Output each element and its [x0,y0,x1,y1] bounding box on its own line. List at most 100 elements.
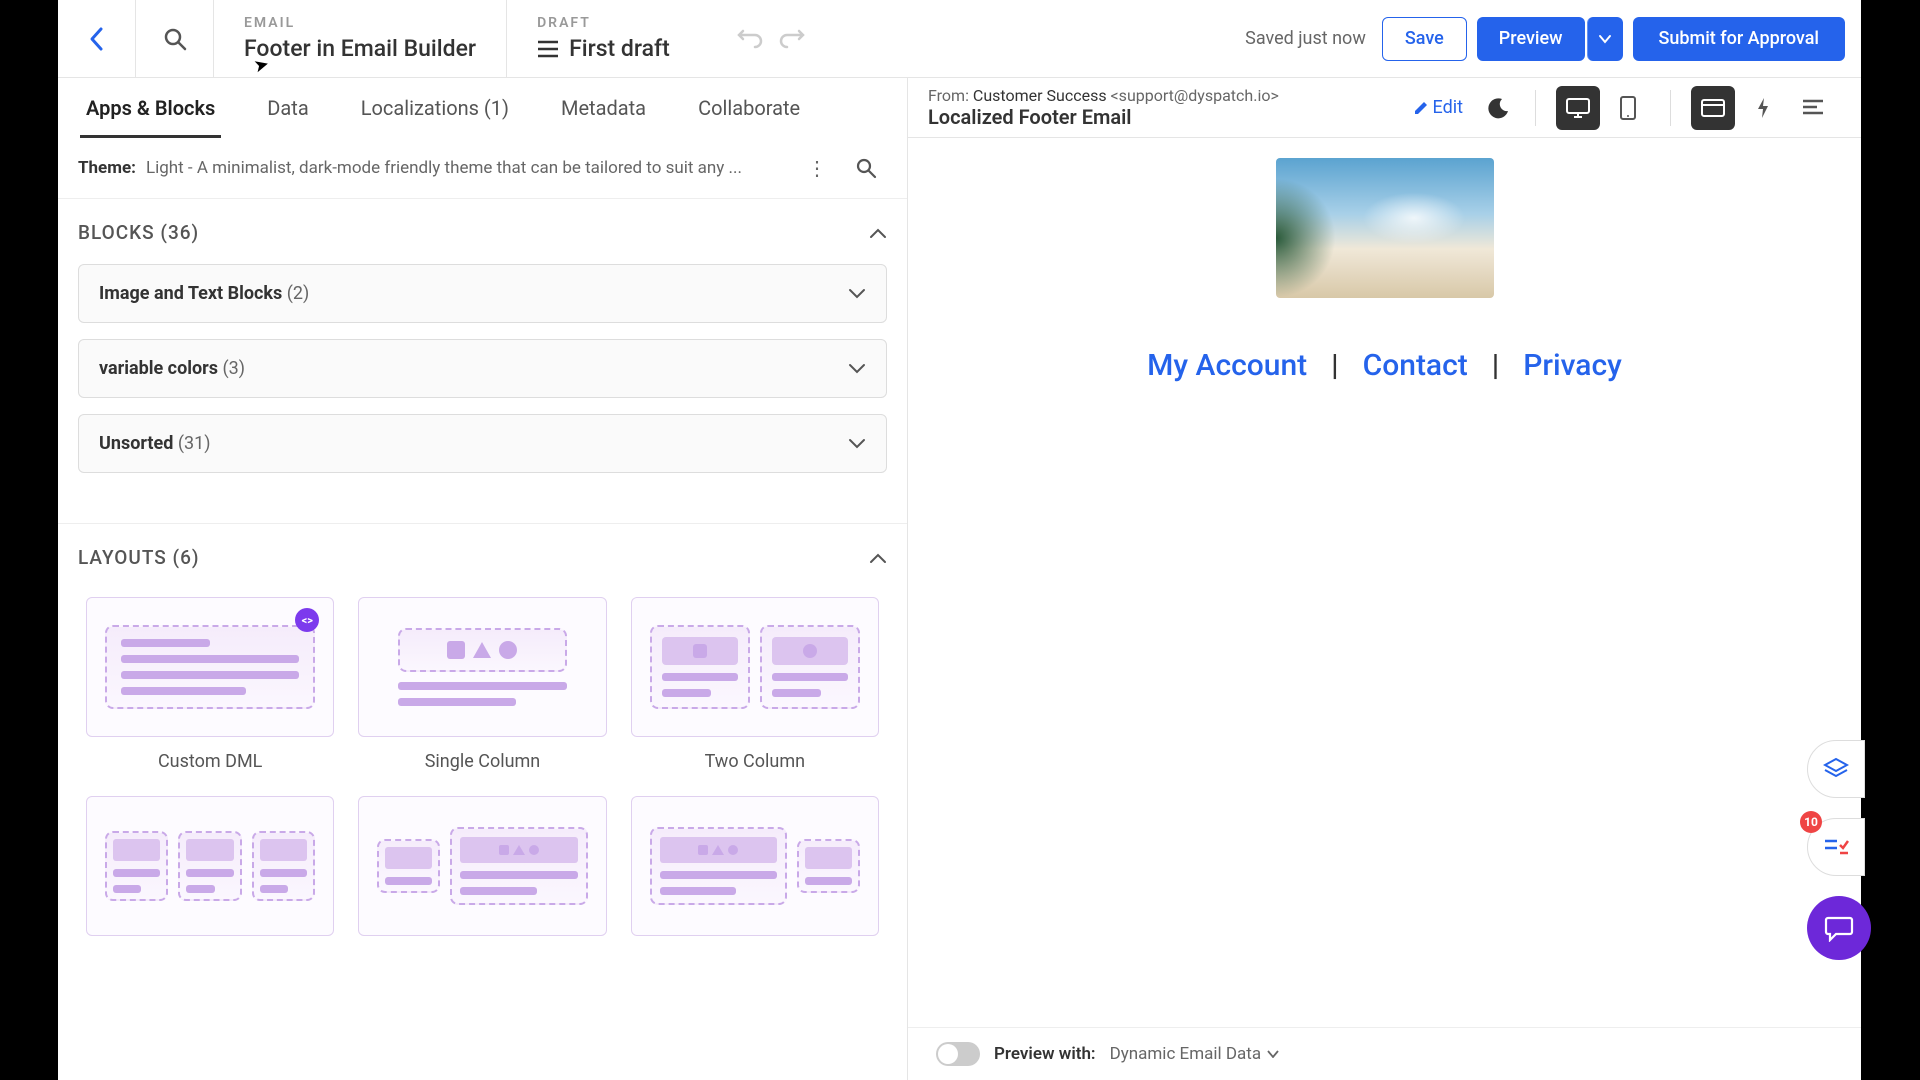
redo-button[interactable] [779,28,805,50]
layout-custom-dml[interactable]: <> Custom DML [86,597,334,772]
chevron-down-icon [1267,1050,1279,1058]
tab-metadata[interactable]: Metadata [555,80,652,136]
chevron-down-icon [848,363,866,375]
layout-label-0: Custom DML [158,751,262,772]
undo-icon [737,28,763,50]
pencil-icon [1413,100,1429,116]
layout-single-column[interactable]: Single Column [358,597,606,772]
tab-data[interactable]: Data [261,80,314,136]
bg-name-1: variable colors [99,358,218,379]
chevron-up-icon [869,227,887,239]
draft-block[interactable]: DRAFT First draft [507,0,707,77]
layout-two-column[interactable]: Two Column [631,597,879,772]
chat-icon [1824,914,1854,942]
preview-subject: Localized Footer Email [928,105,1399,129]
layouts-section-header[interactable]: LAYOUTS (6) [58,524,907,579]
preview-with-value: Dynamic Email Data [1110,1044,1262,1064]
link-my-account[interactable]: My Account [1147,348,1307,383]
layouts-section-title: LAYOUTS (6) [78,546,200,569]
redo-icon [779,28,805,50]
search-icon [855,157,877,179]
link-contact[interactable]: Contact [1363,348,1468,383]
chevron-down-icon [848,288,866,300]
lightning-icon [1756,97,1770,119]
email-label: EMAIL [244,15,476,31]
submit-approval-button[interactable]: Submit for Approval [1633,17,1845,61]
tab-localizations[interactable]: Localizations (1) [355,80,515,136]
blocks-section-header[interactable]: BLOCKS (36) [58,199,907,254]
separator: | [1331,348,1338,383]
view-full-icon [1701,99,1725,117]
theme-menu-button[interactable]: ⋮ [799,156,835,180]
preview-with-select[interactable]: Dynamic Email Data [1110,1044,1280,1064]
from-email: <support@dyspatch.io> [1111,86,1279,105]
theme-row: Theme: Light - A minimalist, dark-mode f… [58,138,907,199]
align-left-icon [1802,99,1824,117]
layout-left-sidebar[interactable] [358,796,606,936]
layout-label-1: Single Column [425,751,541,772]
edit-button[interactable]: Edit [1413,97,1463,118]
email-title-block: EMAIL Footer in Email Builder [214,0,507,77]
editor-tabs: Apps & Blocks Data Localizations (1) Met… [58,78,908,138]
mobile-icon [1620,96,1636,120]
preview-dropdown-button[interactable] [1587,17,1623,61]
bg-count-2: (31) [178,433,211,454]
theme-desc: Light - A minimalist, dark-mode friendly… [146,158,789,178]
moon-icon [1488,97,1510,119]
search-icon [162,26,188,52]
code-badge-icon: <> [295,608,319,632]
tab-apps-blocks[interactable]: Apps & Blocks [80,80,221,136]
footer-links: My Account | Contact | Privacy [948,348,1821,383]
from-line: From: Customer Success <support@dyspatch… [928,86,1399,105]
chevron-down-icon [848,438,866,450]
layout-three-column[interactable] [86,796,334,936]
draft-label: DRAFT [537,15,677,31]
menu-icon [537,40,559,58]
checklist-button[interactable]: 10 [1807,818,1865,876]
desktop-icon [1566,98,1590,118]
layers-icon [1823,756,1849,782]
chat-button[interactable] [1807,896,1871,960]
view-amp-button[interactable] [1741,86,1785,130]
view-text-button[interactable] [1791,86,1835,130]
layout-label-2: Two Column [705,751,806,772]
undo-button[interactable] [737,28,763,50]
tab-collaborate[interactable]: Collaborate [692,80,806,136]
preview-button[interactable]: Preview [1477,17,1585,61]
save-button[interactable]: Save [1382,17,1467,61]
from-name: Customer Success [973,86,1107,105]
chevron-up-icon [869,552,887,564]
bg-count-1: (3) [222,358,245,379]
hero-image [1276,158,1494,298]
block-group-image-text[interactable]: Image and Text Blocks (2) [78,264,887,323]
layout-right-sidebar[interactable] [631,796,879,936]
checklist-icon [1823,837,1849,857]
chevron-down-icon [1598,34,1612,44]
edit-label: Edit [1433,97,1463,118]
saved-status: Saved just now [1245,0,1382,77]
theme-search-button[interactable] [845,157,887,179]
preview-data-toggle[interactable] [936,1042,980,1066]
chevron-left-icon [87,25,107,53]
block-group-unsorted[interactable]: Unsorted (31) [78,414,887,473]
back-button[interactable] [58,0,136,77]
email-title: Footer in Email Builder [244,35,476,62]
draft-name: First draft [569,35,670,62]
blocks-section-title: BLOCKS (36) [78,221,199,244]
theme-label: Theme: [78,158,136,178]
bg-name-2: Unsorted [99,433,173,454]
separator: | [1492,348,1499,383]
dark-mode-toggle[interactable] [1477,86,1521,130]
bg-count-0: (2) [287,283,310,304]
device-desktop-button[interactable] [1556,86,1600,130]
block-group-variable-colors[interactable]: variable colors (3) [78,339,887,398]
bg-name-0: Image and Text Blocks [99,283,282,304]
device-mobile-button[interactable] [1606,86,1650,130]
from-label: From: [928,86,969,105]
layers-button[interactable] [1807,740,1865,798]
link-privacy[interactable]: Privacy [1523,348,1622,383]
left-panel: Theme: Light - A minimalist, dark-mode f… [58,138,908,1080]
global-search-button[interactable] [136,0,214,77]
view-full-button[interactable] [1691,86,1735,130]
preview-with-label: Preview with: [994,1044,1096,1064]
